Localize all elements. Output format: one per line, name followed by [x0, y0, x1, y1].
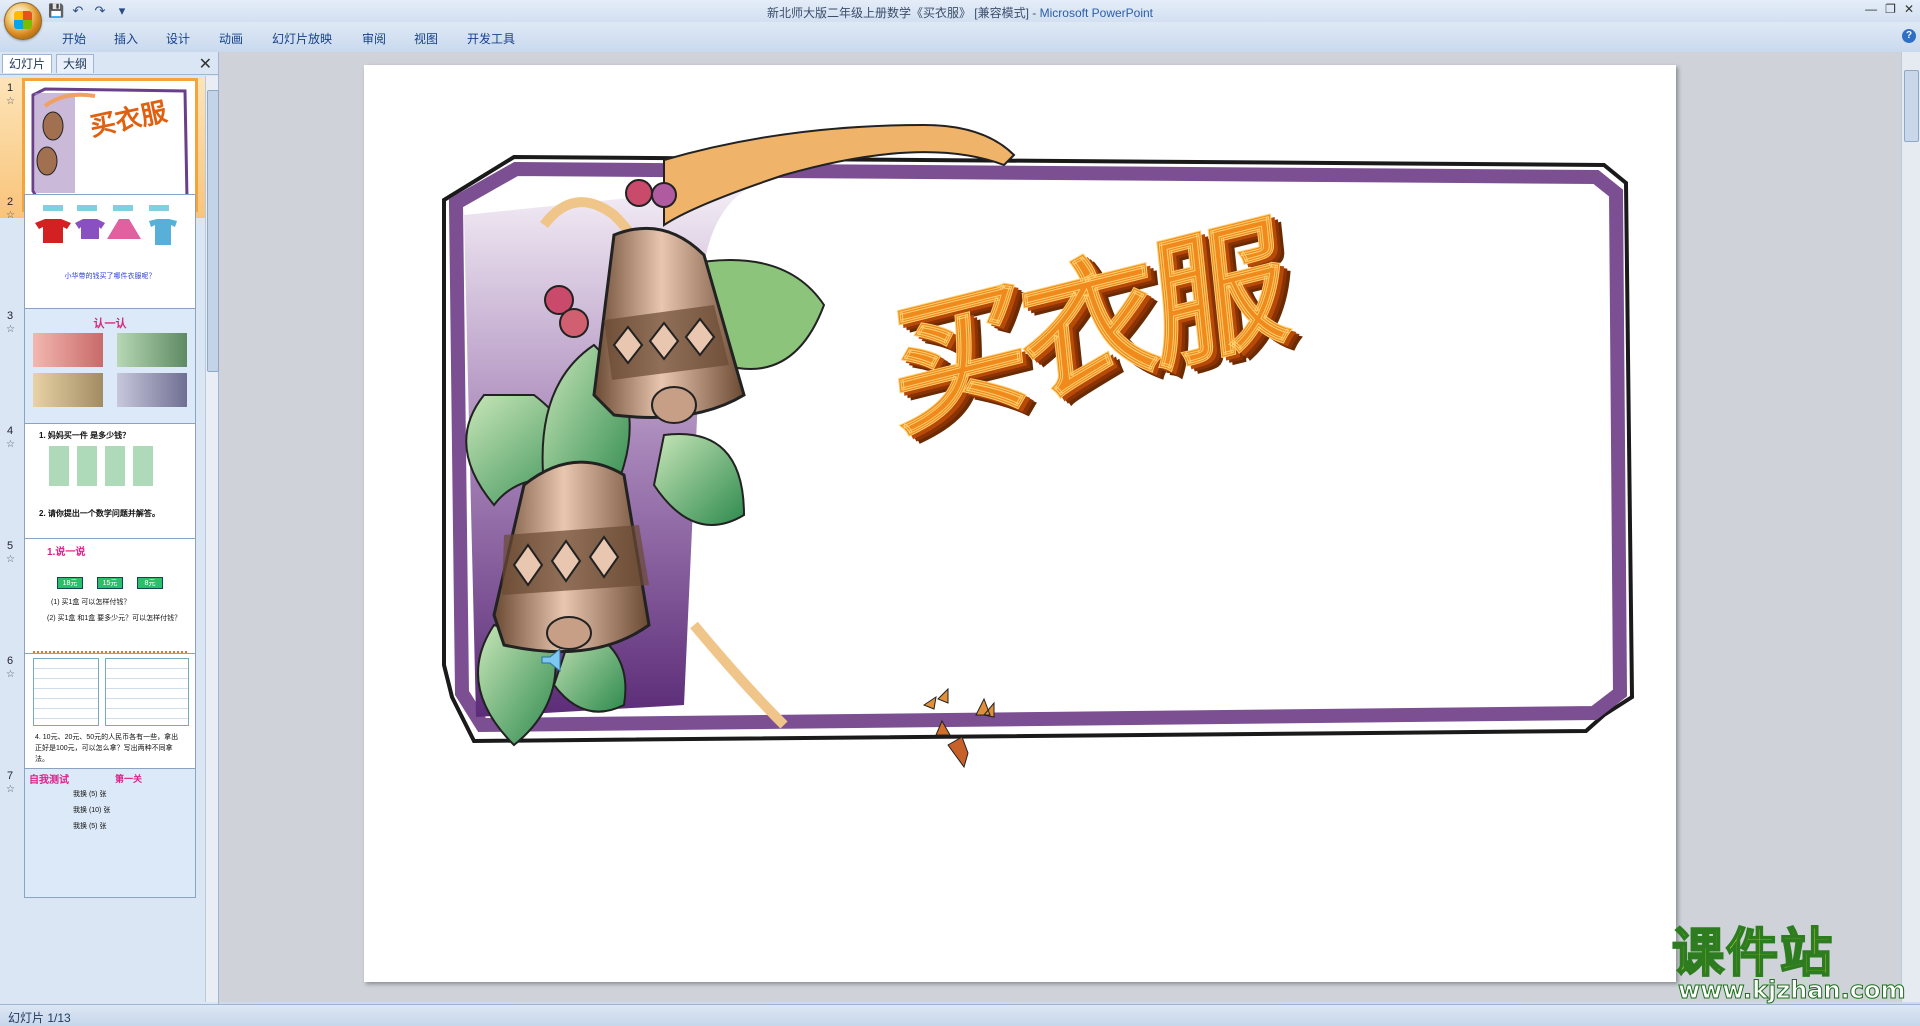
thumbnail-preview: 小华带的钱买了哪件衣服呢？ [24, 194, 196, 324]
thumbnail-preview: 4. 10元、20元、50元的人民币各有一些，拿出正好是100元，可以怎么拿？写… [24, 653, 196, 783]
exercise-box [105, 658, 189, 726]
status-bar: 幻灯片 1/13 [0, 1004, 1920, 1026]
watermark-logo: 课件站 www.kjzhan.com [1664, 924, 1912, 1005]
watermark-url: www.kjzhan.com [1677, 976, 1906, 1005]
thumbnail-question-2: 2. 请你提出一个数学问题并解答。 [39, 509, 160, 518]
document-title: 新北师大版二年级上册数学《买衣服》 [兼容模式] - [766, 6, 1040, 20]
scrollbar-thumb[interactable] [207, 90, 219, 372]
animation-star-icon: ☆ [6, 96, 15, 107]
banknote-image [33, 373, 103, 407]
animation-star-icon: ☆ [6, 324, 15, 335]
tab-home[interactable]: 开始 [62, 30, 86, 47]
window-controls: — ❐ ✕ [1865, 2, 1914, 16]
tab-view[interactable]: 视图 [414, 30, 438, 47]
slide-editor: 买衣服 [219, 52, 1901, 1002]
thumbnail-subtitle: 第一关 [115, 774, 143, 784]
close-icon[interactable]: ✕ [1904, 2, 1914, 16]
price-tag: 8元 [137, 577, 163, 589]
office-button[interactable] [4, 2, 42, 40]
price-tag: 15元 [97, 577, 123, 589]
berry [559, 308, 589, 338]
thumbnail-number: 4 [7, 425, 14, 437]
thumbnail-question-1: 1. 妈妈买一件 是多少钱？ [39, 431, 131, 440]
app-name: Microsoft PowerPoint [1039, 6, 1154, 20]
bell-clapper [651, 386, 697, 424]
thumbnail-number: 1 [7, 82, 14, 94]
thumbnail-row: 我换 (10) 张 [73, 807, 111, 814]
thumbnail-title: 认一认 [93, 318, 127, 330]
tab-review[interactable]: 审阅 [362, 30, 386, 47]
watermark-text: 课件站 [1671, 924, 1835, 984]
thumbnail-slide-7[interactable]: 7 ☆ 自我测试 第一关 我换 (5) 张 我换 (10) 张 我换 (5) 张 [0, 766, 206, 906]
banknote-grid-image [49, 446, 159, 486]
thumbnail-number: 2 [7, 196, 14, 208]
tab-outline[interactable]: 大纲 [56, 54, 95, 73]
berry [651, 182, 677, 208]
thumbnail-preview: 认一认 [24, 308, 196, 438]
animation-star-icon: ☆ [6, 554, 15, 565]
close-icon[interactable]: ✕ [199, 54, 212, 74]
banknote-image [117, 333, 187, 367]
price-tag: 18元 [57, 577, 83, 589]
tab-design[interactable]: 设计 [166, 30, 190, 47]
window-title: 新北师大版二年级上册数学《买衣服》 [兼容模式] - Microsoft Pow… [0, 4, 1920, 21]
title-bar: 💾 ↶ ↷ ▾ 新北师大版二年级上册数学《买衣服》 [兼容模式] - Micro… [0, 0, 1920, 40]
animation-star-icon: ☆ [6, 669, 15, 680]
slide-indicator: 幻灯片 1/13 [8, 1011, 71, 1025]
animation-star-icon: ☆ [6, 439, 15, 450]
animation-star-icon: ☆ [6, 210, 15, 221]
tab-slideshow[interactable]: 幻灯片放映 [272, 30, 332, 47]
thumbnail-number: 5 [7, 540, 14, 552]
thumbnail-title: 自我测试 [29, 775, 69, 786]
thumbnail-caption: 小华带的钱买了哪件衣服呢？ [64, 273, 156, 280]
thumbnail-list: 1 ☆ 买衣服 2 ☆ 小华带的钱买了哪件衣服呢？ 3 ☆ 认一认 4 ☆ 1.… [0, 76, 206, 1002]
thumbnail-graphic [35, 205, 177, 245]
slides-panel: 幻灯片 大纲 ✕ 1 ☆ 买衣服 2 ☆ 小华带的钱买了哪件衣服呢？ 3 ☆ 认… [0, 52, 219, 1004]
help-icon[interactable]: ? [1902, 29, 1916, 43]
tab-insert[interactable]: 插入 [114, 30, 138, 47]
office-logo-icon [14, 11, 32, 29]
thumbnail-number: 7 [7, 770, 14, 782]
ribbon: 开始 插入 设计 动画 幻灯片放映 审阅 视图 开发工具 ? [0, 22, 1920, 53]
panel-tabs: 幻灯片 大纲 ✕ [0, 52, 218, 75]
thumbnail-row: 我换 (5) 张 [73, 791, 107, 798]
thumbnail-number: 6 [7, 655, 14, 667]
restore-icon[interactable]: ❐ [1885, 2, 1896, 16]
thumbnail-number: 3 [7, 310, 14, 322]
tab-animation[interactable]: 动画 [219, 30, 243, 47]
animation-star-icon: ☆ [6, 784, 15, 795]
thumbnail-title: 1.说一说 [47, 547, 86, 558]
scrollbar-thumb[interactable] [1904, 70, 1919, 142]
tab-developer[interactable]: 开发工具 [467, 30, 515, 47]
thumbnail-preview: 自我测试 第一关 我换 (5) 张 我换 (10) 张 我换 (5) 张 [24, 768, 196, 898]
minimize-icon[interactable]: — [1865, 2, 1877, 16]
berry [625, 179, 653, 207]
banknote-image [33, 333, 103, 367]
thumbnail-preview: 1.说一说 18元 15元 8元 (1) 买1盒 可以怎样付钱？ (2) 买1盒… [24, 538, 196, 668]
butterfly-icon [947, 736, 969, 769]
thumbnail-row: 我换 (5) 张 [73, 823, 107, 830]
slide-canvas[interactable]: 买衣服 [364, 65, 1676, 982]
thumbnail-question-2: (2) 买1盒 和1盒 要多少元？可以怎样付钱？ [47, 615, 182, 622]
thumbnail-graphic [31, 87, 189, 205]
thumbnail-preview: 1. 妈妈买一件 是多少钱？ 2. 请你提出一个数学问题并解答。 [24, 423, 196, 553]
thumbnail-question-1: (1) 买1盒 可以怎样付钱？ [51, 599, 131, 606]
tab-slides[interactable]: 幻灯片 [2, 54, 53, 73]
thumbnail-question: 4. 10元、20元、50元的人民币各有一些，拿出正好是100元，可以怎么拿？写… [35, 734, 179, 763]
slide-artwork [442, 123, 1635, 769]
panel-scrollbar[interactable] [205, 76, 219, 1002]
banknote-image [117, 373, 187, 407]
bell-clapper [546, 616, 592, 650]
exercise-box [33, 658, 99, 726]
editor-scrollbar[interactable] [1901, 52, 1920, 1002]
